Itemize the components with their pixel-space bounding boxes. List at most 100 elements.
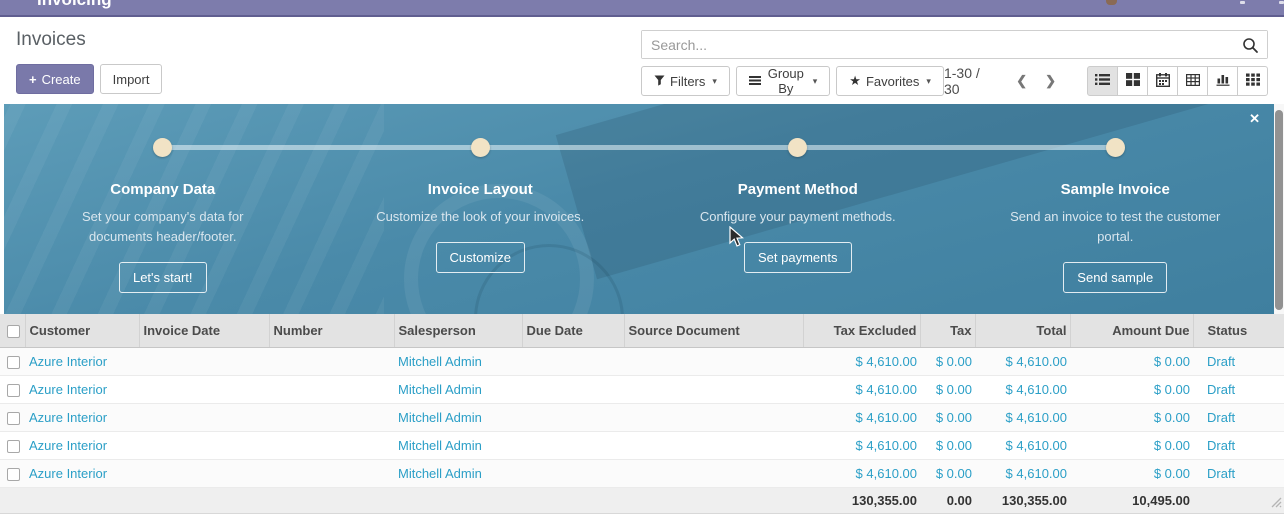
- column-header-tax[interactable]: Tax: [920, 314, 975, 347]
- cell-tax[interactable]: $ 0.00: [920, 431, 975, 459]
- cell-salesperson[interactable]: Mitchell Admin: [394, 431, 522, 459]
- row-checkbox[interactable]: [7, 384, 20, 397]
- cell-salesperson[interactable]: Mitchell Admin: [394, 403, 522, 431]
- totals-empty-cell: [624, 487, 803, 513]
- filters-button[interactable]: Filters ▾: [641, 66, 730, 96]
- cell-select: [0, 403, 25, 431]
- step-title: Sample Invoice: [1061, 181, 1170, 198]
- resize-handle-icon[interactable]: [1270, 496, 1282, 511]
- column-header-tax_excluded[interactable]: Tax Excluded: [803, 314, 920, 347]
- step-dot: [153, 138, 172, 157]
- cell-customer[interactable]: Azure Interior: [25, 375, 139, 403]
- favorites-button[interactable]: ★ Favorites ▾: [836, 66, 944, 96]
- row-checkbox[interactable]: [7, 440, 20, 453]
- select-all-checkbox[interactable]: [7, 325, 20, 338]
- step-description: Configure your payment methods.: [700, 207, 896, 227]
- activity-view-button[interactable]: [1237, 66, 1268, 96]
- column-header-source_document[interactable]: Source Document: [624, 314, 803, 347]
- totals-empty-cell: [394, 487, 522, 513]
- cell-tax_excluded[interactable]: $ 4,610.00: [803, 347, 920, 375]
- navbar-icon[interactable]: [1240, 1, 1245, 4]
- pager-next-button[interactable]: ❯: [1036, 69, 1065, 93]
- step-action-button-company-data[interactable]: Let's start!: [119, 262, 207, 293]
- navbar-icon[interactable]: [1279, 1, 1284, 4]
- invoice-row[interactable]: Azure InteriorMitchell Admin$ 4,610.00$ …: [0, 347, 1284, 375]
- cell-status[interactable]: Draft: [1193, 403, 1284, 431]
- cell-invoice_date: [139, 375, 269, 403]
- cell-tax_excluded[interactable]: $ 4,610.00: [803, 375, 920, 403]
- create-button[interactable]: + Create: [16, 64, 94, 94]
- cell-amount_due[interactable]: $ 0.00: [1070, 347, 1193, 375]
- search-icon[interactable]: [1242, 37, 1259, 57]
- pivot-view-button[interactable]: [1177, 66, 1208, 96]
- cell-status[interactable]: Draft: [1193, 375, 1284, 403]
- cell-amount_due[interactable]: $ 0.00: [1070, 459, 1193, 487]
- step-description: Set your company's data for documents he…: [53, 207, 273, 247]
- cell-salesperson[interactable]: Mitchell Admin: [394, 347, 522, 375]
- column-header-customer[interactable]: Customer: [25, 314, 139, 347]
- column-header-salesperson[interactable]: Salesperson: [394, 314, 522, 347]
- plus-icon: +: [29, 72, 37, 87]
- kanban-view-button[interactable]: [1117, 66, 1148, 96]
- cell-customer[interactable]: Azure Interior: [25, 459, 139, 487]
- pager-previous-button[interactable]: ❮: [1007, 69, 1036, 93]
- cell-salesperson[interactable]: Mitchell Admin: [394, 375, 522, 403]
- invoice-row[interactable]: Azure InteriorMitchell Admin$ 4,610.00$ …: [0, 403, 1284, 431]
- banner-close-icon[interactable]: ✕: [1249, 112, 1260, 125]
- calendar-view-button[interactable]: [1147, 66, 1178, 96]
- cell-tax[interactable]: $ 0.00: [920, 375, 975, 403]
- cell-salesperson[interactable]: Mitchell Admin: [394, 459, 522, 487]
- cell-invoice_date: [139, 459, 269, 487]
- cell-customer[interactable]: Azure Interior: [25, 403, 139, 431]
- step-description: Customize the look of your invoices.: [376, 207, 584, 227]
- cell-tax[interactable]: $ 0.00: [920, 403, 975, 431]
- cell-status[interactable]: Draft: [1193, 431, 1284, 459]
- import-button[interactable]: Import: [100, 64, 163, 94]
- row-checkbox[interactable]: [7, 468, 20, 481]
- invoice-row[interactable]: Azure InteriorMitchell Admin$ 4,610.00$ …: [0, 431, 1284, 459]
- invoice-row[interactable]: Azure InteriorMitchell Admin$ 4,610.00$ …: [0, 459, 1284, 487]
- cell-source_document: [624, 431, 803, 459]
- user-avatar[interactable]: [1106, 0, 1117, 5]
- scrollbar-thumb[interactable]: [1275, 110, 1283, 310]
- cell-number: [269, 431, 394, 459]
- cell-customer[interactable]: Azure Interior: [25, 431, 139, 459]
- graph-view-button[interactable]: [1207, 66, 1238, 96]
- step-action-button-invoice-layout[interactable]: Customize: [436, 242, 525, 273]
- group-by-button[interactable]: Group By ▾: [736, 66, 830, 96]
- column-header-number[interactable]: Number: [269, 314, 394, 347]
- cell-status[interactable]: Draft: [1193, 347, 1284, 375]
- cell-customer[interactable]: Azure Interior: [25, 347, 139, 375]
- cell-tax[interactable]: $ 0.00: [920, 459, 975, 487]
- column-header-due_date[interactable]: Due Date: [522, 314, 624, 347]
- cell-tax_excluded[interactable]: $ 4,610.00: [803, 431, 920, 459]
- column-header-invoice_date[interactable]: Invoice Date: [139, 314, 269, 347]
- cell-amount_due[interactable]: $ 0.00: [1070, 375, 1193, 403]
- totals-empty-cell: [139, 487, 269, 513]
- list-view-button[interactable]: [1087, 66, 1118, 96]
- cell-amount_due[interactable]: $ 0.00: [1070, 431, 1193, 459]
- cell-tax[interactable]: $ 0.00: [920, 347, 975, 375]
- cell-amount_due[interactable]: $ 0.00: [1070, 403, 1193, 431]
- column-header-total[interactable]: Total: [975, 314, 1070, 347]
- cell-total[interactable]: $ 4,610.00: [975, 403, 1070, 431]
- cell-total[interactable]: $ 4,610.00: [975, 431, 1070, 459]
- cell-total[interactable]: $ 4,610.00: [975, 459, 1070, 487]
- column-header-status[interactable]: Status: [1193, 314, 1284, 347]
- step-action-button-payment-method[interactable]: Set payments: [744, 242, 852, 273]
- cell-total[interactable]: $ 4,610.00: [975, 375, 1070, 403]
- step-action-button-sample-invoice[interactable]: Send sample: [1063, 262, 1167, 293]
- column-header-amount_due[interactable]: Amount Due: [1070, 314, 1193, 347]
- row-checkbox[interactable]: [7, 356, 20, 369]
- cell-tax_excluded[interactable]: $ 4,610.00: [803, 403, 920, 431]
- row-checkbox[interactable]: [7, 412, 20, 425]
- invoice-row[interactable]: Azure InteriorMitchell Admin$ 4,610.00$ …: [0, 375, 1284, 403]
- cell-source_document: [624, 459, 803, 487]
- pager: 1-30 / 30 ❮ ❯: [944, 65, 1065, 97]
- cell-status[interactable]: Draft: [1193, 459, 1284, 487]
- app-name-label[interactable]: Invoicing: [37, 0, 112, 10]
- search-input[interactable]: [642, 31, 1267, 58]
- cell-total[interactable]: $ 4,610.00: [975, 347, 1070, 375]
- step-title: Payment Method: [738, 181, 858, 198]
- cell-tax_excluded[interactable]: $ 4,610.00: [803, 459, 920, 487]
